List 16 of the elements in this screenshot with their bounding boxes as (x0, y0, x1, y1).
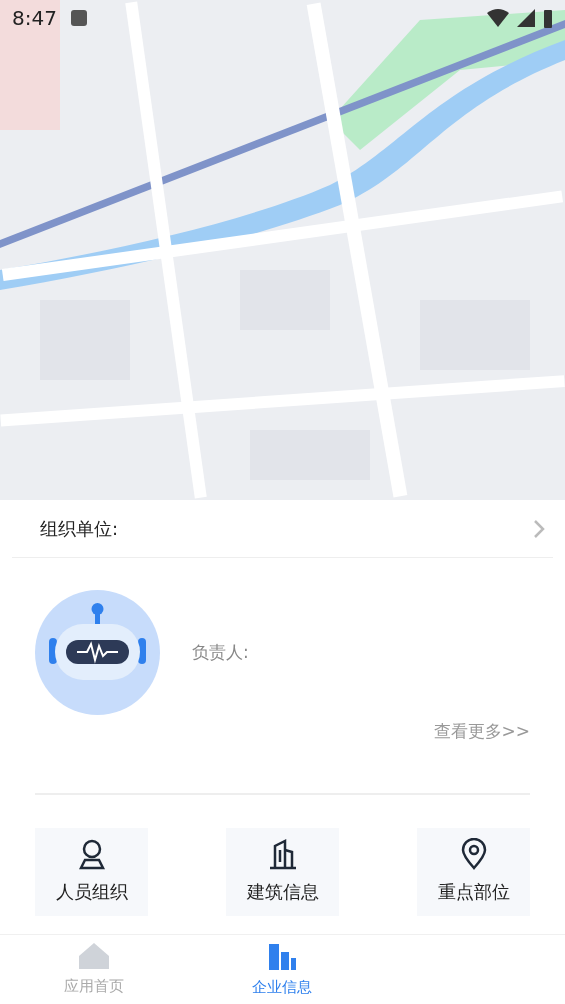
manager-label: 负责人: (192, 640, 249, 664)
chevron-right-icon (533, 518, 545, 539)
signal-icon (517, 9, 535, 27)
nav-tab[interactable]: 企业信息 (188, 935, 376, 1004)
org-label: 组织单位: (40, 517, 119, 541)
status-time: 8:47 (12, 5, 57, 32)
wifi-icon (487, 9, 509, 27)
location-pin-icon (459, 838, 488, 870)
org-row[interactable]: 组织单位: (12, 500, 553, 558)
shortcut-button[interactable]: 建筑信息 (226, 827, 339, 916)
house-icon (77, 941, 111, 972)
person-icon (76, 838, 107, 870)
shortcut-button[interactable]: 重点部位 (417, 827, 530, 916)
shortcut-button[interactable]: 人员组织 (35, 827, 148, 916)
robot-avatar-icon (35, 590, 160, 715)
battery-icon (543, 8, 553, 28)
